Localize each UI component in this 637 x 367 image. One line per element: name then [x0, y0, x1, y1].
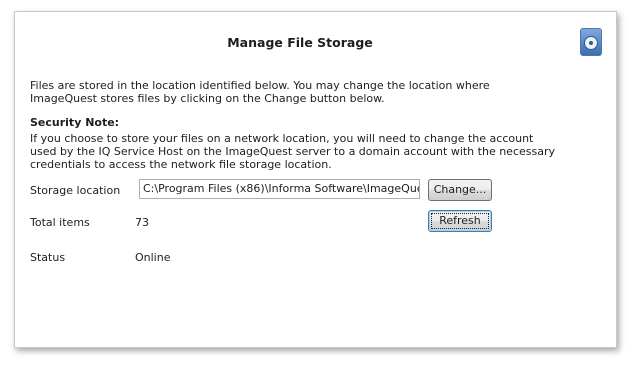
status-value: Online	[135, 251, 171, 264]
security-line-2: used by the IQ Service Host on the Image…	[30, 145, 555, 158]
status-label: Status	[30, 251, 66, 264]
storage-location-field[interactable]: C:\Program Files (x86)\Informa Software\…	[139, 179, 420, 199]
manage-file-storage-panel: Manage File Storage Files are stored in …	[14, 11, 617, 348]
refresh-button[interactable]: Refresh	[428, 210, 492, 232]
security-note-heading: Security Note:	[30, 116, 120, 129]
security-line-3: credentials to access the network file s…	[30, 158, 332, 171]
intro-line-2: ImageQuest stores files by clicking on t…	[30, 92, 385, 105]
total-items-value: 73	[135, 216, 149, 229]
hard-drive-icon	[580, 28, 602, 56]
security-note-text: If you choose to store your files on a n…	[30, 132, 590, 171]
security-line-1: If you choose to store your files on a n…	[30, 132, 534, 145]
intro-text: Files are stored in the location identif…	[30, 79, 590, 105]
page-title: Manage File Storage	[227, 35, 373, 50]
change-button[interactable]: Change...	[428, 179, 492, 201]
intro-line-1: Files are stored in the location identif…	[30, 79, 490, 92]
total-items-label: Total items	[30, 216, 90, 229]
storage-location-label: Storage location	[30, 184, 121, 197]
